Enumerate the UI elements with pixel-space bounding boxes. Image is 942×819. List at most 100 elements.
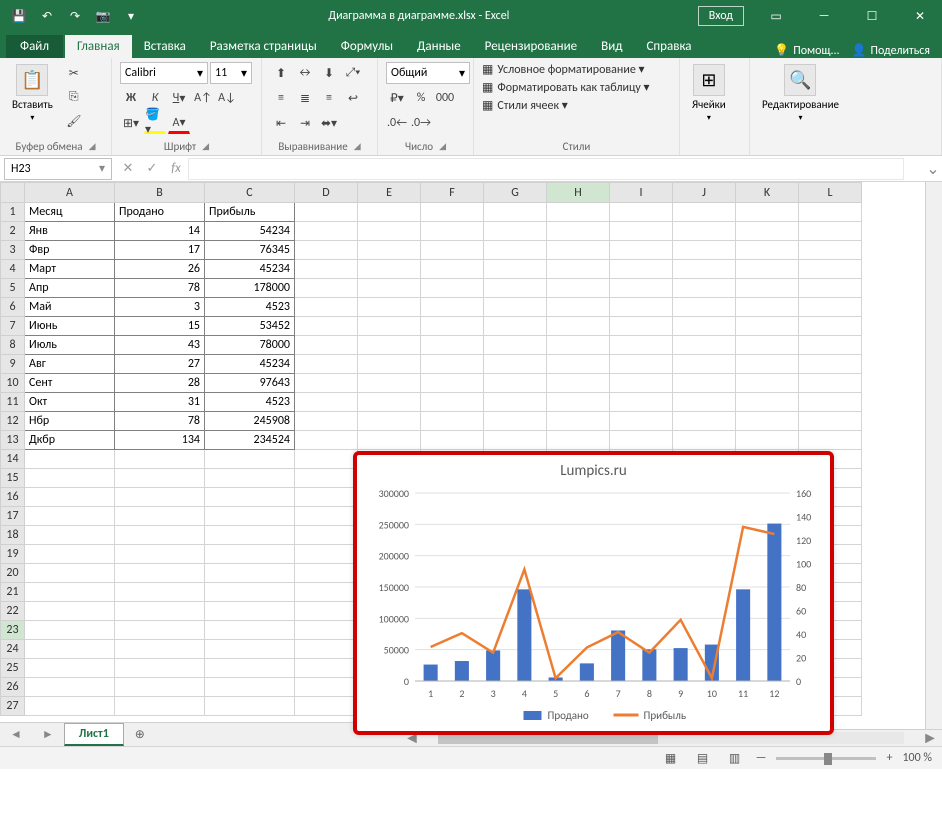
cell[interactable] bbox=[295, 526, 358, 545]
cell[interactable] bbox=[736, 317, 799, 336]
row-header[interactable]: 2 bbox=[1, 222, 25, 241]
cell[interactable] bbox=[295, 336, 358, 355]
cell[interactable]: Апр bbox=[25, 279, 115, 298]
comma-icon[interactable]: 000 bbox=[434, 87, 456, 109]
cell[interactable]: 78 bbox=[115, 279, 205, 298]
cell[interactable] bbox=[484, 260, 547, 279]
cell[interactable]: Фвр bbox=[25, 241, 115, 260]
cell[interactable]: Окт bbox=[25, 393, 115, 412]
cell[interactable]: 45234 bbox=[205, 260, 295, 279]
cell[interactable] bbox=[358, 374, 421, 393]
cell[interactable] bbox=[205, 697, 295, 716]
align-left-icon[interactable]: ≡ bbox=[270, 87, 292, 109]
cell[interactable] bbox=[736, 203, 799, 222]
tab-page-layout[interactable]: Разметка страницы bbox=[198, 35, 329, 58]
cell[interactable] bbox=[547, 279, 610, 298]
cell[interactable] bbox=[115, 697, 205, 716]
vertical-scrollbar[interactable] bbox=[925, 182, 942, 729]
cell[interactable]: 245908 bbox=[205, 412, 295, 431]
cell[interactable] bbox=[295, 583, 358, 602]
cell[interactable] bbox=[799, 222, 862, 241]
cell[interactable] bbox=[421, 241, 484, 260]
cell[interactable] bbox=[358, 393, 421, 412]
merge-icon[interactable]: ⬌▾ bbox=[318, 112, 340, 134]
cell[interactable] bbox=[295, 393, 358, 412]
cell[interactable] bbox=[610, 431, 673, 450]
font-name-combo[interactable]: Calibri▾ bbox=[120, 62, 208, 84]
cell[interactable] bbox=[673, 298, 736, 317]
cell[interactable] bbox=[358, 260, 421, 279]
cell[interactable] bbox=[421, 374, 484, 393]
cell[interactable]: 31 bbox=[115, 393, 205, 412]
currency-icon[interactable]: ₽▾ bbox=[386, 87, 408, 109]
formula-input[interactable] bbox=[188, 158, 904, 180]
cell[interactable] bbox=[799, 317, 862, 336]
cell[interactable] bbox=[205, 678, 295, 697]
page-layout-view-icon[interactable]: ▤ bbox=[692, 749, 714, 767]
cell[interactable] bbox=[205, 659, 295, 678]
format-painter-icon[interactable]: 🖌 bbox=[63, 110, 85, 132]
cell[interactable] bbox=[295, 678, 358, 697]
cell[interactable] bbox=[115, 545, 205, 564]
cell[interactable] bbox=[736, 222, 799, 241]
cell[interactable] bbox=[799, 279, 862, 298]
col-header[interactable]: K bbox=[736, 183, 799, 203]
cell[interactable] bbox=[295, 279, 358, 298]
cell[interactable] bbox=[610, 298, 673, 317]
row-header[interactable]: 25 bbox=[1, 659, 25, 678]
cell[interactable] bbox=[484, 203, 547, 222]
row-header[interactable]: 17 bbox=[1, 507, 25, 526]
row-header[interactable]: 14 bbox=[1, 450, 25, 469]
cell[interactable] bbox=[205, 640, 295, 659]
login-button[interactable]: Вход bbox=[698, 6, 744, 26]
expand-formula-bar-icon[interactable]: ⌄ bbox=[924, 159, 942, 179]
cell[interactable] bbox=[421, 298, 484, 317]
cell[interactable] bbox=[295, 621, 358, 640]
cell[interactable] bbox=[115, 621, 205, 640]
cell[interactable]: 178000 bbox=[205, 279, 295, 298]
cell[interactable] bbox=[673, 222, 736, 241]
cell[interactable]: 43 bbox=[115, 336, 205, 355]
zoom-in-icon[interactable]: + bbox=[886, 751, 892, 765]
cell[interactable] bbox=[736, 355, 799, 374]
cell[interactable] bbox=[736, 260, 799, 279]
cell[interactable] bbox=[547, 393, 610, 412]
tab-home[interactable]: Главная bbox=[65, 35, 132, 58]
increase-decimal-icon[interactable]: .0← bbox=[386, 112, 408, 134]
format-as-table-button[interactable]: ▦ Форматировать как таблицу ▾ bbox=[482, 80, 650, 95]
enter-formula-icon[interactable]: ✓ bbox=[140, 161, 164, 176]
col-header[interactable]: H bbox=[547, 183, 610, 203]
cell[interactable] bbox=[610, 412, 673, 431]
percent-icon[interactable]: % bbox=[410, 87, 432, 109]
paste-button[interactable]: 📋 Вставить▾ bbox=[8, 62, 57, 125]
cell[interactable] bbox=[115, 678, 205, 697]
row-header[interactable]: 24 bbox=[1, 640, 25, 659]
cell[interactable]: 45234 bbox=[205, 355, 295, 374]
italic-button[interactable]: К bbox=[144, 87, 166, 109]
cell[interactable] bbox=[421, 317, 484, 336]
align-middle-icon[interactable]: ↔ bbox=[294, 62, 316, 84]
chart-object[interactable]: Lumpics.ru050000100000150000200000250000… bbox=[353, 451, 834, 735]
cell[interactable] bbox=[295, 241, 358, 260]
cell[interactable] bbox=[25, 640, 115, 659]
tab-view[interactable]: Вид bbox=[589, 35, 634, 58]
cell[interactable] bbox=[736, 393, 799, 412]
borders-icon[interactable]: ⊞▾ bbox=[120, 112, 142, 134]
cell[interactable] bbox=[673, 317, 736, 336]
fill-color-icon[interactable]: 🪣▾ bbox=[144, 112, 166, 134]
row-header[interactable]: 15 bbox=[1, 469, 25, 488]
col-header[interactable]: B bbox=[115, 183, 205, 203]
tab-data[interactable]: Данные bbox=[405, 35, 473, 58]
row-header[interactable]: 19 bbox=[1, 545, 25, 564]
cell[interactable] bbox=[421, 336, 484, 355]
font-launcher-icon[interactable]: ◢ bbox=[202, 141, 209, 152]
cell[interactable] bbox=[25, 507, 115, 526]
cell[interactable] bbox=[205, 507, 295, 526]
cell[interactable] bbox=[25, 488, 115, 507]
cell[interactable] bbox=[547, 317, 610, 336]
cell[interactable] bbox=[610, 374, 673, 393]
cell[interactable]: 27 bbox=[115, 355, 205, 374]
cell[interactable] bbox=[358, 431, 421, 450]
maximize-icon[interactable]: ☐ bbox=[850, 0, 894, 32]
cell[interactable] bbox=[736, 279, 799, 298]
